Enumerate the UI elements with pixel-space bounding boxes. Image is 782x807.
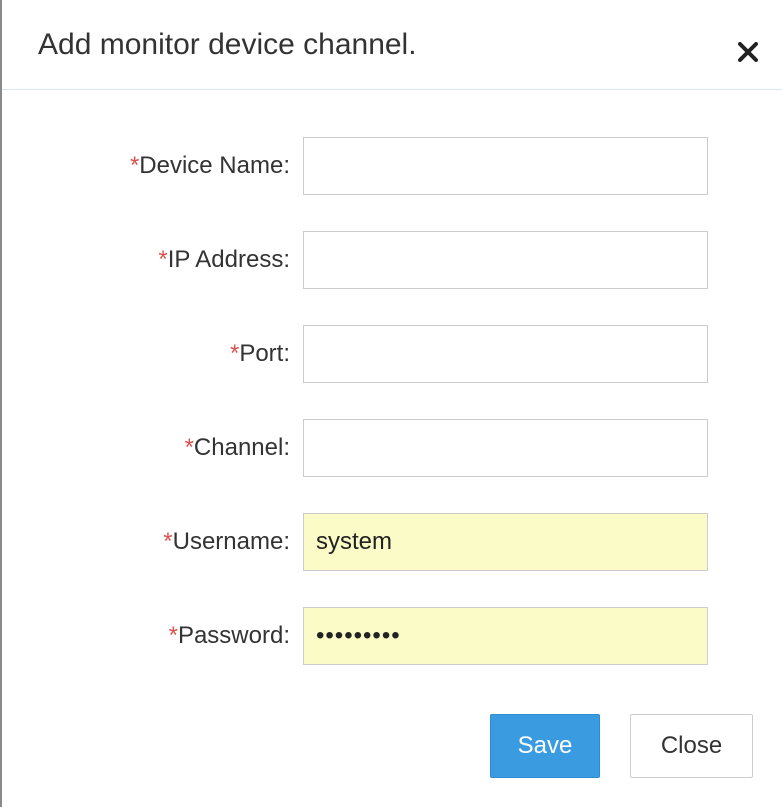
form-row-channel: *Channel: (2, 419, 782, 479)
channel-label: *Channel: (185, 433, 290, 463)
ip-address-label-text: IP Address: (167, 246, 290, 273)
device-name-label-text: Device Name: (139, 152, 290, 179)
device-name-label: *Device Name: (130, 151, 290, 181)
add-channel-dialog: Add monitor device channel. *Device Name… (0, 0, 782, 807)
close-icon[interactable] (734, 36, 764, 66)
ip-address-label: *IP Address: (158, 245, 290, 275)
password-input[interactable] (303, 607, 708, 665)
port-label: *Port: (230, 339, 290, 369)
required-marker: * (168, 622, 178, 649)
channel-input[interactable] (303, 419, 708, 477)
port-input[interactable] (303, 325, 708, 383)
password-label-text: Password: (177, 622, 290, 649)
close-button[interactable]: Close (630, 714, 753, 778)
username-label-text: Username: (172, 528, 290, 555)
device-name-input[interactable] (303, 137, 708, 195)
form-row-device-name: *Device Name: (2, 137, 782, 197)
ip-address-input[interactable] (303, 231, 708, 289)
required-marker: * (184, 434, 194, 461)
required-marker: * (129, 152, 140, 179)
channel-label-text: Channel: (193, 434, 290, 461)
password-label: *Password: (169, 621, 290, 651)
save-button[interactable]: Save (490, 714, 600, 778)
form-row-port: *Port: (2, 325, 782, 385)
form-row-ip-address: *IP Address: (2, 231, 782, 291)
dialog-header: Add monitor device channel. (2, 0, 782, 90)
username-input[interactable] (303, 513, 708, 571)
form-row-username: *Username: (2, 513, 782, 573)
username-label: *Username: (163, 527, 290, 557)
port-label-text: Port: (239, 340, 290, 367)
required-marker: * (163, 528, 173, 555)
required-marker: * (229, 340, 240, 367)
form-row-password: *Password: (2, 607, 782, 667)
dialog-title: Add monitor device channel. (38, 28, 417, 61)
required-marker: * (158, 246, 168, 273)
